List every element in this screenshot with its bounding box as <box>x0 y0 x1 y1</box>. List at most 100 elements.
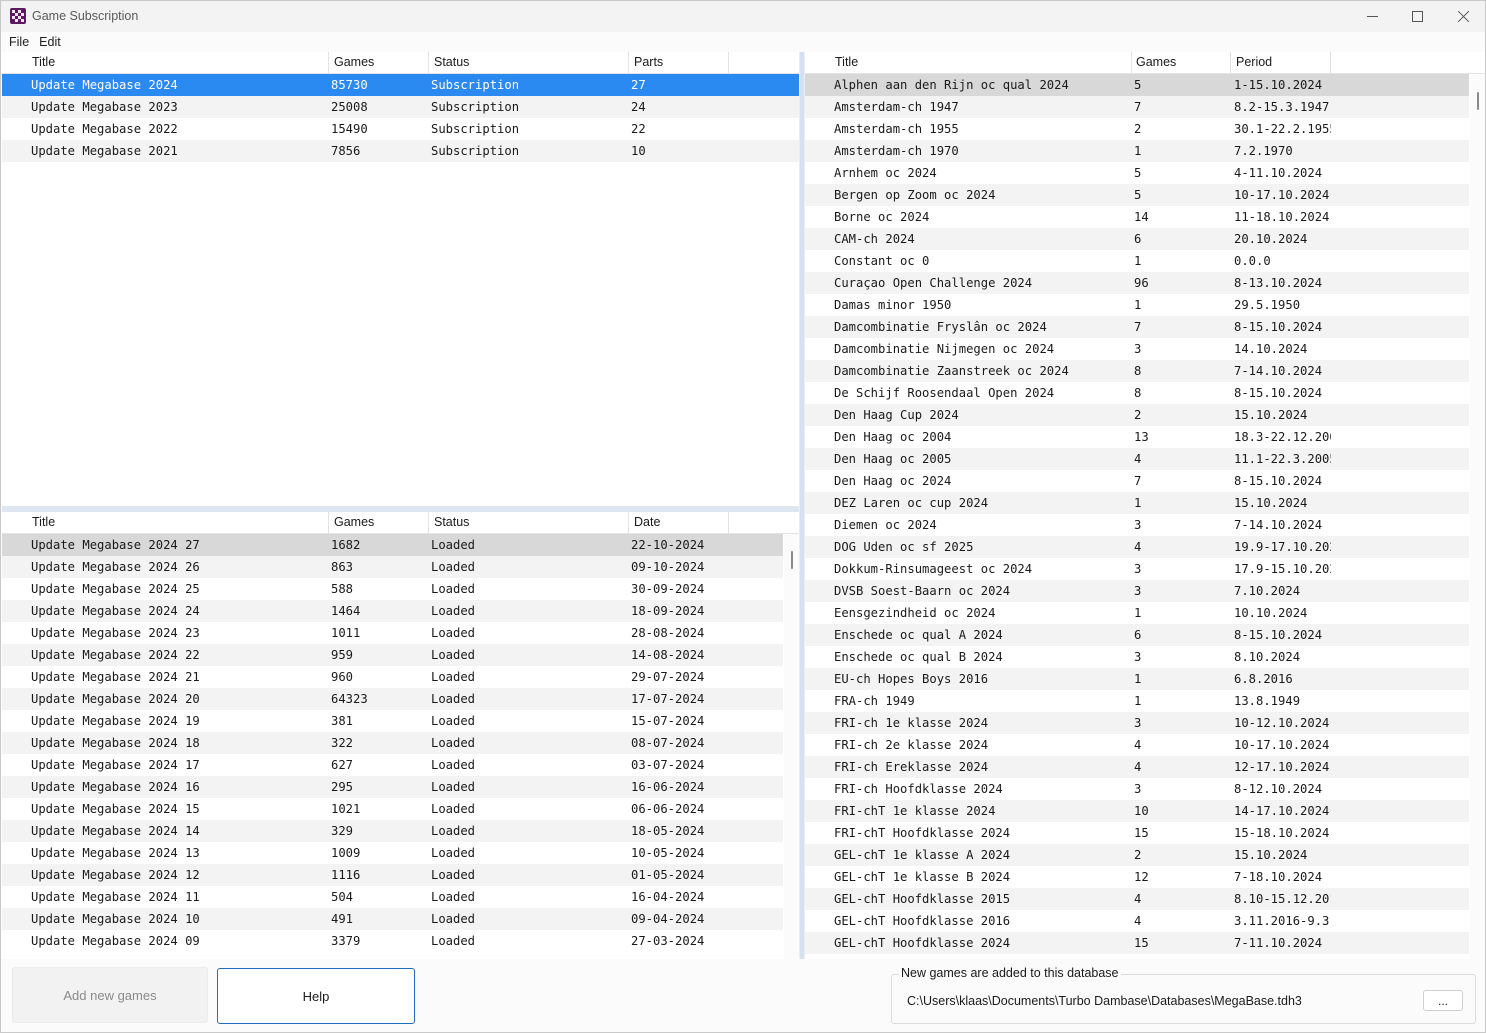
table-row[interactable]: Update Megabase 2023 25008 Subscription 24 <box>2 96 799 118</box>
table-row[interactable]: GEL-chT Hoofdklasse 2024 15 7-11.10.2024 <box>805 932 1469 954</box>
table-row[interactable]: Update Megabase 2021 7856 Subscription 10 <box>2 140 799 162</box>
table-row[interactable]: GEL-chT Hoofdklasse 2016 4 3.11.2016-9.3.2… <box>805 910 1469 932</box>
browse-database-button[interactable]: ... <box>1423 990 1463 1011</box>
table-row[interactable]: Den Haag oc 2004 13 18.3-22.12.2004 <box>805 426 1469 448</box>
table-row[interactable]: Amsterdam-ch 1970 1 7.2.1970 <box>805 140 1469 162</box>
table-row[interactable]: Update Megabase 2024 15 1021 Loaded 06-06-2… <box>2 798 783 820</box>
cell-status: Loaded <box>431 912 476 926</box>
table-row[interactable]: Amsterdam-ch 1947 7 8.2-15.3.1947 <box>805 96 1469 118</box>
table-row[interactable]: GEL-chT 1e klasse A 2024 2 15.10.2024 <box>805 844 1469 866</box>
table-row[interactable]: Amsterdam-ch 1955 2 30.1-22.2.1955 <box>805 118 1469 140</box>
table-row[interactable]: DVSB Soest-Baarn oc 2024 3 7.10.2024 <box>805 580 1469 602</box>
table-row[interactable]: Damcombinatie Fryslân oc 2024 7 8-15.10.20… <box>805 316 1469 338</box>
table-row[interactable]: Alphen aan den Rijn oc qual 2024 5 1-15.10… <box>805 74 1469 96</box>
column-header-title[interactable]: Title <box>27 52 329 74</box>
parts-scrollbar[interactable] <box>784 534 799 959</box>
table-row[interactable]: Update Megabase 2024 18 322 Loaded 08-07-20… <box>2 732 783 754</box>
scrollbar-thumb[interactable] <box>1477 92 1479 110</box>
table-row[interactable]: DEZ Laren oc cup 2024 1 15.10.2024 <box>805 492 1469 514</box>
table-row[interactable]: CAM-ch 2024 6 20.10.2024 <box>805 228 1469 250</box>
table-row[interactable]: FRI-ch 2e klasse 2024 4 10-17.10.2024 <box>805 734 1469 756</box>
table-row[interactable]: FRA-ch 1949 1 13.8.1949 <box>805 690 1469 712</box>
table-row[interactable]: Den Haag oc 2005 4 11.1-22.3.2005 <box>805 448 1469 470</box>
table-row[interactable]: Enschede oc qual A 2024 6 8-15.10.2024 <box>805 624 1469 646</box>
column-header-title[interactable]: Title <box>830 52 1132 74</box>
table-row[interactable]: FRI-chT 1e klasse 2024 10 14-17.10.2024 <box>805 800 1469 822</box>
column-header-period[interactable]: Period <box>1231 52 1331 74</box>
column-header-games[interactable]: Games <box>1131 52 1231 74</box>
column-header-games[interactable]: Games <box>329 512 429 534</box>
table-row[interactable]: Update Megabase 2024 17 627 Loaded 03-07-20… <box>2 754 783 776</box>
table-row[interactable]: Damas minor 1950 1 29.5.1950 <box>805 294 1469 316</box>
table-row[interactable]: Damcombinatie Nijmegen oc 2024 3 14.10.202… <box>805 338 1469 360</box>
close-button[interactable] <box>1440 1 1485 32</box>
cell-period: 4-11.10.2024 <box>1234 166 1323 180</box>
table-row[interactable]: Update Megabase 2024 11 504 Loaded 16-04-20… <box>2 886 783 908</box>
column-header-status[interactable]: Status <box>429 52 629 74</box>
cell-title: FRI-ch 2e klasse 2024 <box>834 738 989 752</box>
cell-games: 96 <box>1134 276 1149 290</box>
table-row[interactable]: FRI-ch 1e klasse 2024 3 10-12.10.2024 <box>805 712 1469 734</box>
table-row[interactable]: Den Haag oc 2024 7 8-15.10.2024 <box>805 470 1469 492</box>
table-row[interactable]: De Schijf Roosendaal Open 2024 8 8-15.10.2… <box>805 382 1469 404</box>
cell-status: Subscription <box>431 122 520 136</box>
table-row[interactable]: Update Megabase 2022 15490 Subscription 22 <box>2 118 799 140</box>
table-row[interactable]: Update Megabase 2024 20 64323 Loaded 17-07-… <box>2 688 783 710</box>
table-row[interactable]: Update Megabase 2024 24 1464 Loaded 18-09-2… <box>2 600 783 622</box>
table-row[interactable]: Update Megabase 2024 85730 Subscription 27 <box>2 74 799 96</box>
menu-edit[interactable]: Edit <box>36 35 68 49</box>
table-row[interactable]: Update Megabase 2024 09 3379 Loaded 27-03-2… <box>2 930 783 952</box>
column-header-parts[interactable]: Parts <box>629 52 729 74</box>
table-row[interactable]: DOG Uden oc sf 2025 4 19.9-17.10.2024 <box>805 536 1469 558</box>
table-row[interactable]: EU-ch Hopes Boys 2016 1 6.8.2016 <box>805 668 1469 690</box>
menu-file[interactable]: File <box>1 35 36 49</box>
table-row[interactable]: Constant oc 0 1 0.0.0 <box>805 250 1469 272</box>
table-row[interactable]: Curaçao Open Challenge 2024 96 8-13.10.202… <box>805 272 1469 294</box>
table-row[interactable]: Update Megabase 2024 22 959 Loaded 14-08-20… <box>2 644 783 666</box>
add-new-games-button[interactable]: Add new games <box>12 967 208 1023</box>
cell-title: DVSB Soest-Baarn oc 2024 <box>834 584 1011 598</box>
table-row[interactable]: GEL-chT Hoofdklasse 2015 4 8.10-15.12.2015 <box>805 888 1469 910</box>
column-header-date[interactable]: Date <box>629 512 729 534</box>
table-row[interactable]: Enschede oc qual B 2024 3 8.10.2024 <box>805 646 1469 668</box>
table-row[interactable]: Update Megabase 2024 19 381 Loaded 15-07-20… <box>2 710 783 732</box>
table-row[interactable]: Damcombinatie Zaanstreek oc 2024 8 7-14.10… <box>805 360 1469 382</box>
column-header-title[interactable]: Title <box>27 512 329 534</box>
cell-status: Loaded <box>431 692 476 706</box>
cell-title: Enschede oc qual A 2024 <box>834 628 1003 642</box>
table-row[interactable]: Update Megabase 2024 23 1011 Loaded 28-08-2… <box>2 622 783 644</box>
minimize-button[interactable] <box>1349 1 1395 32</box>
table-row[interactable]: Arnhem oc 2024 5 4-11.10.2024 <box>805 162 1469 184</box>
cell-parts: 22 <box>631 122 646 136</box>
table-row[interactable]: FRI-chT Hoofdklasse 2024 15 15-18.10.2024 <box>805 822 1469 844</box>
table-row[interactable]: Eensgezindheid oc 2024 1 10.10.2024 <box>805 602 1469 624</box>
table-row[interactable]: Update Megabase 2024 14 329 Loaded 18-05-20… <box>2 820 783 842</box>
table-row[interactable]: Dokkum-Rinsumageest oc 2024 3 17.9-15.10.2… <box>805 558 1469 580</box>
table-row[interactable]: Den Haag Cup 2024 2 15.10.2024 <box>805 404 1469 426</box>
table-row[interactable]: Update Megabase 2024 21 960 Loaded 29-07-20… <box>2 666 783 688</box>
events-scrollbar[interactable] <box>1470 74 1485 959</box>
table-row[interactable]: Update Megabase 2024 10 491 Loaded 09-04-20… <box>2 908 783 930</box>
table-row[interactable]: Update Megabase 2024 25 588 Loaded 30-09-20… <box>2 578 783 600</box>
table-row[interactable]: Borne oc 2024 14 11-18.10.2024 <box>805 206 1469 228</box>
table-row[interactable]: Update Megabase 2024 12 1116 Loaded 01-05-2… <box>2 864 783 886</box>
scrollbar-thumb[interactable] <box>791 551 793 569</box>
table-row[interactable]: FRI-ch Ereklasse 2024 4 12-17.10.2024 <box>805 756 1469 778</box>
table-row[interactable]: Diemen oc 2024 3 7-14.10.2024 <box>805 514 1469 536</box>
cell-games: 3 <box>1134 782 1142 796</box>
table-row[interactable]: Bergen op Zoom oc 2024 5 10-17.10.2024 <box>805 184 1469 206</box>
table-row[interactable]: GEL-chT 1e klasse B 2024 12 7-18.10.2024 <box>805 866 1469 888</box>
table-row[interactable]: Update Megabase 2024 26 863 Loaded 09-10-20… <box>2 556 783 578</box>
cell-games: 7 <box>1134 474 1142 488</box>
cell-status: Loaded <box>431 802 476 816</box>
maximize-button[interactable] <box>1394 1 1440 32</box>
table-row[interactable]: Update Megabase 2024 13 1009 Loaded 10-05-2… <box>2 842 783 864</box>
help-button[interactable]: Help <box>217 968 415 1024</box>
table-row[interactable]: Update Megabase 2024 16 295 Loaded 16-06-20… <box>2 776 783 798</box>
table-row[interactable]: FRI-ch Hoofdklasse 2024 3 8-12.10.2024 <box>805 778 1469 800</box>
cell-title: Update Megabase 2024 12 <box>31 868 200 882</box>
table-row[interactable]: Update Megabase 2024 27 1682 Loaded 22-10-2… <box>2 534 783 556</box>
column-header-status[interactable]: Status <box>429 512 629 534</box>
column-header-games[interactable]: Games <box>329 52 429 74</box>
cell-title: FRI-ch Ereklasse 2024 <box>834 760 989 774</box>
